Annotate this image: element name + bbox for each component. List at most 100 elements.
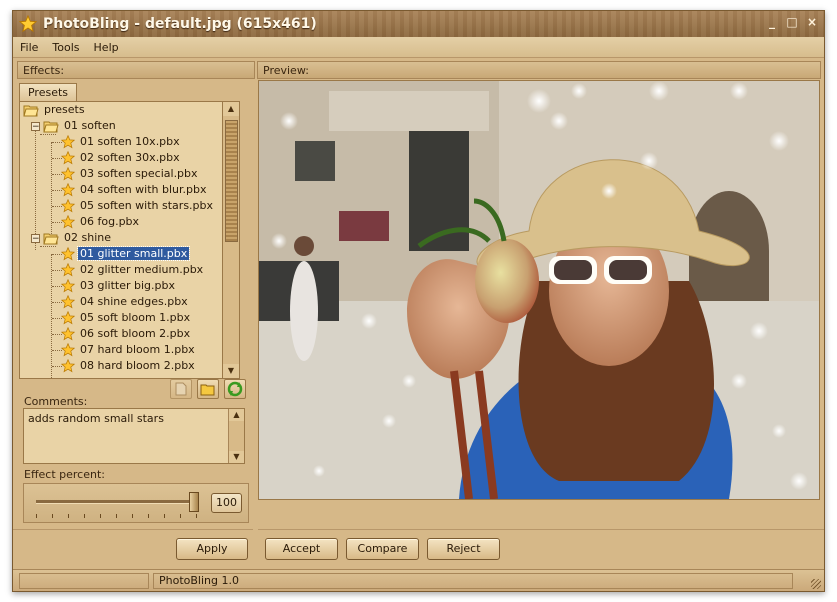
menu-help[interactable]: Help: [87, 41, 126, 54]
accept-button[interactable]: Accept: [265, 538, 338, 560]
tree-item-label: 07 hard bloom 1.pbx: [80, 343, 195, 356]
tree-item-preset[interactable]: 05 soft bloom 1.pbx: [61, 310, 192, 326]
status-left: [19, 573, 149, 589]
title-bar[interactable]: PhotoBling - default.jpg (615x461) _ □ ×: [13, 11, 824, 37]
star-preset-icon: [61, 199, 75, 213]
open-folder-button[interactable]: [197, 379, 219, 399]
preview-photo: [259, 81, 819, 499]
star-preset-icon: [61, 151, 75, 165]
app-window: PhotoBling - default.jpg (615x461) _ □ ×…: [12, 10, 825, 592]
tab-presets[interactable]: Presets: [19, 83, 77, 102]
tree-item-preset[interactable]: 04 soften with blur.pbx: [61, 182, 209, 198]
slider-thumb[interactable]: [189, 492, 199, 512]
scroll-thumb[interactable]: [225, 120, 238, 242]
tree-item-label: 05 soft bloom 1.pbx: [80, 311, 191, 324]
tree-item-preset[interactable]: 05 soften with stars.pbx: [61, 198, 215, 214]
effects-header: Effects:: [17, 61, 255, 79]
star-preset-icon: [61, 311, 75, 325]
comments-scrollbar[interactable]: ▲ ▼: [228, 409, 244, 463]
menu-file[interactable]: File: [13, 41, 45, 54]
star-preset-icon: [61, 343, 75, 357]
tree-item-label: 02 soften 30x.pbx: [80, 151, 180, 164]
tree-item-preset[interactable]: 02 glitter medium.pbx: [61, 262, 205, 278]
star-preset-icon: [61, 327, 75, 341]
tree-item-preset[interactable]: 03 soften special.pbx: [61, 166, 200, 182]
scroll-up-icon[interactable]: ▲: [229, 409, 244, 421]
tree-item-label: 04 soften with blur.pbx: [80, 183, 207, 196]
tree-item-preset[interactable]: 03 glitter big.pbx: [61, 278, 177, 294]
slider-ticks: [36, 514, 201, 518]
tree-item-preset[interactable]: 07 hard bloom 1.pbx: [61, 342, 197, 358]
star-preset-icon: [61, 279, 75, 293]
tree-item-label: 03 soften special.pbx: [80, 167, 198, 180]
menu-tools[interactable]: Tools: [45, 41, 86, 54]
refresh-icon: [227, 381, 243, 397]
resize-grip-icon[interactable]: [811, 579, 821, 589]
scroll-down-icon[interactable]: ▼: [223, 364, 239, 378]
star-preset-icon: [61, 215, 75, 229]
tree-item-preset[interactable]: 02 soften 30x.pbx: [61, 150, 182, 166]
star-preset-icon: [61, 167, 75, 181]
folder-open-icon: [43, 121, 59, 133]
new-preset-button[interactable]: [170, 379, 192, 399]
effect-percent-label: Effect percent:: [24, 468, 105, 481]
star-preset-icon: [61, 295, 75, 309]
scroll-down-icon[interactable]: ▼: [229, 451, 244, 463]
status-bar: PhotoBling 1.0: [13, 569, 824, 591]
presets-tree[interactable]: presets − 01 soften 01 soften 10x.pbx 02 …: [19, 101, 240, 379]
window-title: PhotoBling - default.jpg (615x461): [43, 16, 317, 32]
tree-root[interactable]: presets: [23, 102, 87, 118]
tree-item-label: 06 fog.pbx: [80, 215, 140, 228]
preview-header: Preview:: [257, 61, 821, 79]
folder-icon: [200, 384, 215, 396]
tree-root-label: presets: [44, 103, 85, 116]
tree-item-preset[interactable]: 01 glitter small.pbx: [61, 246, 191, 262]
apply-button[interactable]: Apply: [176, 538, 248, 560]
tree-item-label: 01 glitter small.pbx: [76, 246, 191, 261]
refresh-button[interactable]: [224, 379, 246, 399]
tree-group-soften[interactable]: 01 soften: [43, 118, 118, 134]
tree-item-label: 02 glitter medium.pbx: [80, 263, 204, 276]
comments-label: Comments:: [24, 395, 88, 408]
tree-item-preset[interactable]: 06 fog.pbx: [61, 214, 141, 230]
effect-value-field[interactable]: 100: [211, 493, 242, 513]
tree-item-label: 01 soften 10x.pbx: [80, 135, 180, 148]
tree-scrollbar[interactable]: ▲ ▼: [222, 102, 239, 378]
comments-textarea[interactable]: adds random small stars ▲ ▼: [23, 408, 245, 464]
collapse-soften-toggle[interactable]: −: [31, 122, 40, 132]
reject-button[interactable]: Reject: [427, 538, 500, 560]
tree-item-preset[interactable]: 08 hard bloom 2.pbx: [61, 358, 197, 374]
tree-item-label: 04 shine edges.pbx: [80, 295, 188, 308]
star-preset-icon: [61, 247, 75, 261]
maximize-button[interactable]: □: [786, 15, 798, 29]
status-app-name: PhotoBling 1.0: [153, 573, 793, 589]
star-preset-icon: [61, 263, 75, 277]
compare-button[interactable]: Compare: [346, 538, 419, 560]
tree-group-label: 02 shine: [64, 231, 111, 244]
collapse-shine-toggle[interactable]: −: [31, 234, 40, 244]
preview-image: [258, 80, 820, 500]
minimize-button[interactable]: _: [766, 15, 778, 29]
folder-open-icon: [43, 233, 59, 245]
tree-item-preset[interactable]: 01 soften 10x.pbx: [61, 134, 182, 150]
slider-track[interactable]: [36, 500, 196, 504]
tree-item-label: 08 hard bloom 2.pbx: [80, 359, 195, 372]
comments-text: adds random small stars: [28, 412, 164, 425]
star-preset-icon: [61, 183, 75, 197]
folder-open-icon: [23, 105, 39, 117]
tree-item-preset[interactable]: 04 shine edges.pbx: [61, 294, 190, 310]
tree-item-preset[interactable]: 06 soft bloom 2.pbx: [61, 326, 192, 342]
star-preset-icon: [61, 359, 75, 373]
tree-item-label: 05 soften with stars.pbx: [80, 199, 214, 212]
tree-group-shine[interactable]: 02 shine: [43, 230, 113, 246]
effect-percent-control: 100: [23, 483, 249, 523]
tree-item-label: 06 soft bloom 2.pbx: [80, 327, 191, 340]
tree-item-label: 03 glitter big.pbx: [80, 279, 175, 292]
star-logo-icon: [19, 15, 37, 33]
document-icon: [175, 382, 187, 396]
close-button[interactable]: ×: [806, 15, 818, 29]
scroll-up-icon[interactable]: ▲: [223, 102, 239, 116]
menu-bar: File Tools Help: [13, 37, 824, 58]
star-preset-icon: [61, 135, 75, 149]
tree-group-label: 01 soften: [64, 119, 116, 132]
